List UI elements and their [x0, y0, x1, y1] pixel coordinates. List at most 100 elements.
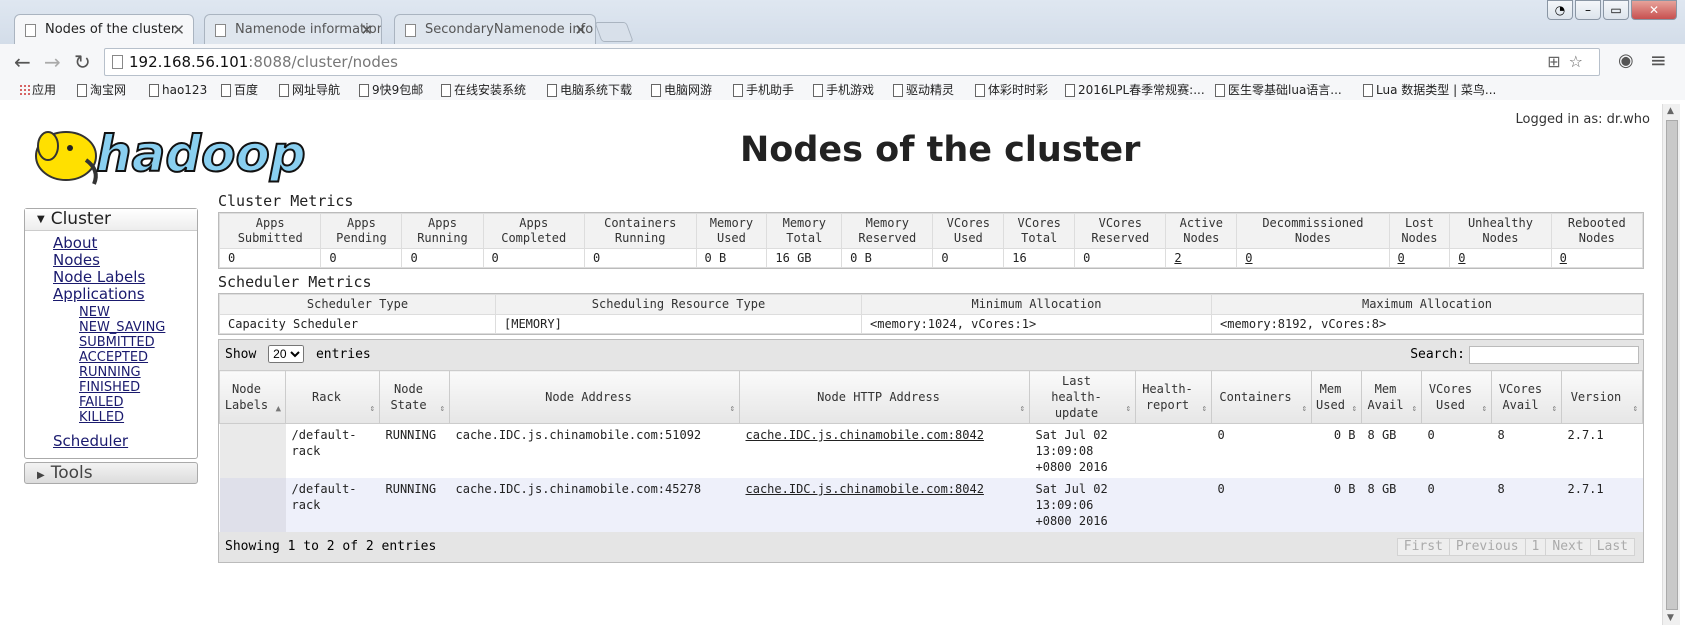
back-icon[interactable]: ← [14, 50, 31, 74]
pager-previous-button[interactable]: Previous [1448, 538, 1526, 556]
cell-node-http-address: cache.IDC.js.chinamobile.com:8042 [739, 423, 1030, 478]
column-header-health-report[interactable]: Health-report ⇕ [1135, 370, 1212, 424]
forward-icon[interactable]: → [44, 50, 61, 74]
bookmark[interactable]: 9快9包邮 [356, 80, 423, 100]
column-header-mem-avail[interactable]: Mem Avail ⇕ [1361, 370, 1422, 424]
pager-page-1[interactable]: 1 [1524, 538, 1547, 556]
column-header-version[interactable]: Version ⇕ [1561, 370, 1643, 424]
bookmark[interactable]: 淘宝网 [74, 80, 126, 100]
bookmark[interactable]: 电脑网游 [648, 80, 712, 100]
bookmark[interactable]: 网址导航 [276, 80, 340, 100]
nav-app-failed[interactable]: FAILED [79, 395, 197, 410]
bookmark[interactable]: 手机游戏 [810, 80, 874, 100]
bookmark[interactable]: 医生零基础lua语言... [1212, 80, 1342, 100]
scroll-up-icon[interactable]: ▲ [1667, 106, 1674, 116]
rebooted-nodes-link[interactable]: 0 [1560, 251, 1567, 265]
tools-section-toggle[interactable]: ▶ Tools [24, 462, 198, 484]
cluster-section-toggle[interactable]: ▼ Cluster [25, 209, 197, 231]
tab-secondary-namenode[interactable]: SecondaryNamenode info ✕ [394, 14, 596, 44]
pager-last-button[interactable]: Last [1589, 538, 1635, 556]
metric-header: Decommissioned Nodes [1236, 213, 1390, 249]
extension-icon[interactable]: ◉ [1618, 50, 1634, 71]
column-header-node-http-address[interactable]: Node HTTP Address ⇕ [739, 370, 1030, 424]
new-tab-button[interactable] [594, 22, 634, 42]
column-header-node-address[interactable]: Node Address ⇕ [449, 370, 740, 424]
nav-app-accepted[interactable]: ACCEPTED [79, 350, 197, 365]
close-icon[interactable]: ✕ [574, 15, 587, 44]
metric-header: Memory Total [766, 213, 843, 249]
scheduler-metrics-title: Scheduler Metrics [218, 273, 372, 291]
page-title: Nodes of the cluster [740, 130, 1141, 170]
bookmark[interactable]: 电脑系统下载 [544, 80, 632, 100]
minimize-icon[interactable]: – [1575, 0, 1601, 20]
column-header-containers[interactable]: Containers ⇕ [1211, 370, 1312, 424]
nav-applications[interactable]: Applications [53, 286, 197, 303]
table-row: /default-rack RUNNING cache.IDC.js.china… [219, 478, 1643, 532]
maximize-icon[interactable]: ▭ [1603, 0, 1629, 20]
nav-nodes[interactable]: Nodes [53, 252, 197, 269]
triangle-down-icon: ▼ [37, 214, 45, 225]
tab-nodes[interactable]: Nodes of the cluster ✕ [14, 14, 194, 44]
column-header-vcores-avail[interactable]: VCores Avail ⇕ [1491, 370, 1562, 424]
nav-app-new-saving[interactable]: NEW_SAVING [79, 320, 197, 335]
menu-icon[interactable]: ≡ [1650, 48, 1667, 72]
scheduler-metrics-table: Scheduler Type Scheduling Resource Type … [219, 294, 1643, 334]
nav-about[interactable]: About [53, 235, 197, 252]
bookmark[interactable]: 体彩时时彩 [972, 80, 1048, 100]
nav-scheduler[interactable]: Scheduler [53, 433, 197, 450]
translate-icon[interactable]: ⊞ [1547, 52, 1568, 71]
bookmark[interactable]: 百度 [218, 80, 258, 100]
bookmark[interactable]: 手机助手 [730, 80, 794, 100]
vertical-scrollbar[interactable]: ▲ ▼ [1662, 104, 1680, 625]
metric-header: VCores Reserved [1074, 213, 1167, 249]
metric-header: Apps Completed [482, 213, 585, 249]
reload-icon[interactable]: ↻ [74, 50, 91, 74]
star-icon[interactable]: ☆ [1569, 52, 1591, 71]
column-header-mem-used[interactable]: Mem Used ⇕ [1311, 370, 1362, 424]
scheduler-metrics-values: Capacity Scheduler [MEMORY] <memory:1024… [219, 314, 1643, 334]
metric-value: 0 [1550, 248, 1644, 268]
active-nodes-link[interactable]: 2 [1174, 251, 1181, 265]
nav-node-labels[interactable]: Node Labels [53, 269, 197, 286]
node-http-link[interactable]: cache.IDC.js.chinamobile.com:8042 [746, 482, 984, 496]
scheduler-value: [MEMORY] [495, 314, 862, 334]
column-header-node-state[interactable]: Node State ⇕ [379, 370, 450, 424]
scroll-down-icon[interactable]: ▼ [1667, 613, 1674, 623]
unhealthy-nodes-link[interactable]: 0 [1458, 251, 1465, 265]
pager-first-button[interactable]: First [1396, 538, 1450, 556]
decommissioned-nodes-link[interactable]: 0 [1245, 251, 1252, 265]
scrollbar-thumb[interactable] [1666, 120, 1678, 610]
bookmark[interactable]: hao123 [146, 80, 207, 100]
cell-vcores-used: 0 [1421, 478, 1492, 532]
metric-header: VCores Total [1003, 213, 1076, 249]
column-header-last-health-update[interactable]: Last health-update ⇕ [1029, 370, 1136, 424]
bookmark-apps[interactable]: 应用 [16, 80, 56, 100]
column-header-node-labels[interactable]: Node Labels ▲ [219, 370, 286, 424]
nav-app-submitted[interactable]: SUBMITTED [79, 335, 197, 350]
tab-namenode[interactable]: Namenode information ✕ [204, 14, 382, 44]
pager-next-button[interactable]: Next [1545, 538, 1591, 556]
search-input[interactable] [1469, 345, 1639, 364]
bookmark[interactable]: 驱动精灵 [890, 80, 954, 100]
metric-header: Rebooted Nodes [1550, 213, 1644, 249]
window-close-icon[interactable]: ✕ [1631, 0, 1677, 20]
nav-app-killed[interactable]: KILLED [79, 410, 197, 425]
nav-app-new[interactable]: NEW [79, 305, 197, 320]
lost-nodes-link[interactable]: 0 [1398, 251, 1405, 265]
profile-icon[interactable]: ◔ [1547, 0, 1573, 20]
nav-app-finished[interactable]: FINISHED [79, 380, 197, 395]
close-icon[interactable]: ✕ [360, 15, 373, 44]
entries-select[interactable]: 20 [268, 345, 305, 363]
bookmark[interactable]: 2016LPL春季常规赛:... [1062, 80, 1205, 100]
sort-icon: ⇕ [1201, 404, 1207, 414]
bookmark[interactable]: 在线安装系统 [438, 80, 526, 100]
address-bar[interactable]: 192.168.56.101:8088/cluster/nodes ⊞☆ [104, 48, 1600, 76]
column-header-rack[interactable]: Rack ⇕ [285, 370, 380, 424]
column-header-vcores-used[interactable]: VCores Used ⇕ [1421, 370, 1492, 424]
node-http-link[interactable]: cache.IDC.js.chinamobile.com:8042 [746, 428, 984, 442]
close-icon[interactable]: ✕ [172, 15, 185, 44]
bookmark[interactable]: Lua 数据类型 | 菜鸟... [1360, 80, 1496, 100]
sidebar: ▼ Cluster About Nodes Node Labels Applica… [24, 208, 198, 484]
metric-header: Lost Nodes [1388, 213, 1451, 249]
nav-app-running[interactable]: RUNNING [79, 365, 197, 380]
